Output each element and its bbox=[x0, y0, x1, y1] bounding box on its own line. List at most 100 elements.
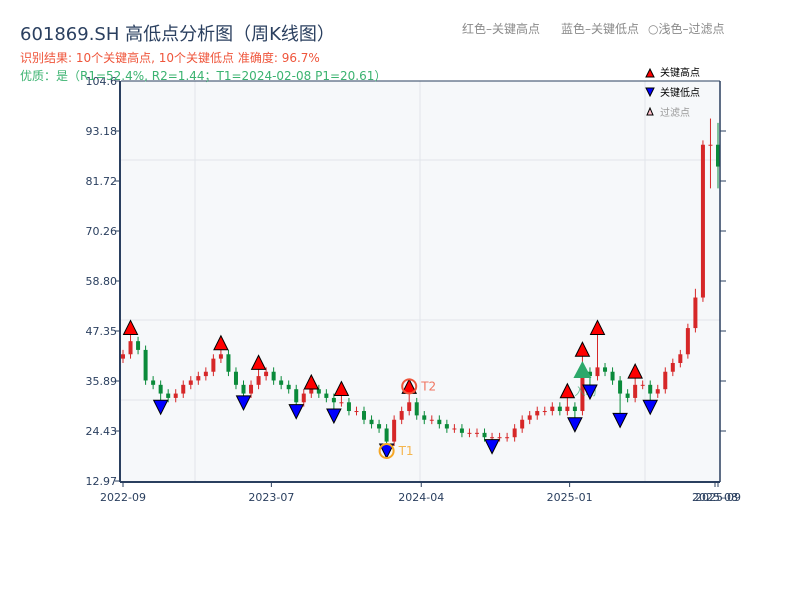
legend-label-filtered: 过滤点 bbox=[660, 106, 690, 119]
y-tick-label: 58.80 bbox=[86, 275, 118, 288]
candle-body bbox=[459, 428, 464, 433]
candle-body bbox=[625, 393, 630, 398]
candle-body bbox=[512, 428, 517, 438]
candle-body bbox=[181, 384, 186, 394]
candle-body bbox=[241, 384, 246, 394]
candle-body bbox=[497, 437, 502, 439]
candle-body bbox=[203, 371, 208, 377]
candle-body bbox=[527, 415, 532, 420]
y-tick-label: 81.72 bbox=[86, 175, 118, 188]
candle-body bbox=[218, 354, 223, 359]
candle-body bbox=[708, 144, 713, 146]
candle-body bbox=[256, 376, 261, 385]
candle-body bbox=[188, 380, 193, 385]
candle-body bbox=[399, 411, 404, 420]
x-tick-label: 2025-01 bbox=[547, 491, 593, 504]
y-tick-label: 35.89 bbox=[86, 375, 118, 388]
candle-body bbox=[444, 424, 449, 429]
candle-body bbox=[346, 402, 351, 412]
candle-body bbox=[414, 402, 419, 416]
legend-label-high: 关键高点 bbox=[660, 66, 700, 79]
legend-high-icon bbox=[645, 67, 655, 78]
candle-body bbox=[173, 393, 178, 398]
candle-body bbox=[678, 354, 683, 364]
candle-body bbox=[369, 419, 374, 425]
candlestick-chart: 601869.SH 高低点分析图（周K线图） 识别结果: 10个关键高点, 10… bbox=[20, 21, 741, 504]
candle-body bbox=[158, 384, 163, 394]
x-tick-label: 2025-09 bbox=[695, 491, 741, 504]
y-tick-label: 24.43 bbox=[86, 425, 118, 438]
candle-body bbox=[331, 397, 336, 403]
candle-body bbox=[663, 371, 668, 390]
y-tick-label: 70.26 bbox=[86, 225, 118, 238]
chart-title: 601869.SH 高低点分析图（周K线图） bbox=[20, 24, 335, 45]
candle-body bbox=[565, 406, 570, 412]
candle-body bbox=[324, 393, 329, 398]
candle-body bbox=[474, 432, 479, 434]
candle-body bbox=[316, 389, 321, 394]
candle-body bbox=[655, 389, 660, 394]
candle-body bbox=[294, 389, 299, 403]
candle-body bbox=[271, 371, 276, 381]
candle-body bbox=[121, 354, 125, 359]
candle-body bbox=[505, 437, 510, 439]
candle-body bbox=[648, 384, 653, 394]
candle-body bbox=[151, 380, 156, 385]
candle-body bbox=[301, 393, 306, 403]
candle-body bbox=[700, 144, 705, 298]
candle-body bbox=[542, 411, 547, 413]
candle-body bbox=[633, 384, 638, 398]
candle-body bbox=[166, 393, 171, 398]
candle-body bbox=[595, 367, 600, 377]
candle-body bbox=[362, 411, 367, 420]
color-note-low: 蓝色–关键低点 bbox=[561, 22, 639, 36]
candle-body bbox=[128, 341, 133, 355]
candle-body bbox=[249, 384, 254, 394]
candle-body bbox=[618, 380, 623, 394]
candle-body bbox=[264, 371, 269, 377]
candle-body bbox=[211, 358, 216, 372]
candle-body bbox=[572, 406, 577, 412]
candle-body bbox=[603, 367, 608, 372]
candle-body bbox=[482, 432, 487, 438]
candle-body bbox=[136, 341, 141, 350]
y-tick-label: 12.97 bbox=[86, 475, 118, 488]
candle-body bbox=[640, 384, 645, 386]
candle-body bbox=[429, 419, 434, 421]
x-tick-label: 2024-04 bbox=[398, 491, 444, 504]
candle-body bbox=[226, 354, 231, 372]
candle-body bbox=[196, 376, 201, 381]
candle-body bbox=[309, 389, 314, 394]
candle-body bbox=[693, 297, 698, 329]
candle-body bbox=[557, 406, 562, 412]
color-note-filtered: ○浅色–过滤点 bbox=[648, 22, 724, 36]
x-tick-label: 2023-07 bbox=[248, 491, 294, 504]
candle-body bbox=[490, 437, 495, 439]
candle-body bbox=[407, 402, 412, 412]
candle-body bbox=[339, 402, 344, 404]
t1-label: T1 bbox=[398, 444, 414, 458]
candle-body bbox=[610, 371, 615, 381]
candle-body bbox=[437, 419, 442, 425]
candle-body bbox=[452, 428, 457, 430]
candle-body bbox=[535, 411, 540, 416]
y-tick-label: 93.18 bbox=[86, 125, 118, 138]
candle-body bbox=[279, 380, 284, 385]
y-tick-label: 47.35 bbox=[86, 325, 118, 338]
candle-body bbox=[422, 415, 427, 420]
candle-body bbox=[286, 384, 291, 390]
color-note-high: 红色–关键高点 bbox=[462, 21, 540, 36]
candle-body bbox=[550, 406, 555, 412]
candle-body bbox=[467, 432, 472, 434]
quality-line: 优质：是（R1=52.4%, R2=1.44；T1=2024-02-08 P1=… bbox=[20, 69, 386, 83]
candle-body bbox=[143, 349, 148, 381]
candle-body bbox=[384, 428, 389, 442]
candle-body bbox=[520, 419, 525, 429]
candle-body bbox=[392, 419, 397, 442]
t2-label: T2 bbox=[420, 379, 436, 393]
candle-body bbox=[670, 363, 675, 372]
candle-body bbox=[354, 411, 359, 413]
result-line: 识别结果: 10个关键高点, 10个关键低点 准确度: 96.7% bbox=[20, 50, 320, 65]
x-tick-label: 2022-09 bbox=[100, 491, 146, 504]
legend-label-low: 关键低点 bbox=[660, 86, 700, 99]
